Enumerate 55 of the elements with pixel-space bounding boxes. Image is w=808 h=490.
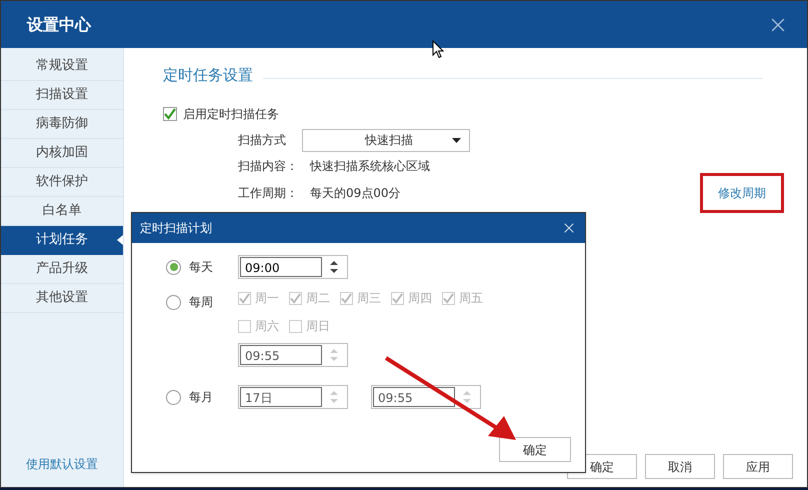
radio-button[interactable] [166, 260, 181, 274]
sidebar-item[interactable]: 产品升级 [1, 255, 123, 284]
checkbox[interactable] [289, 320, 302, 332]
field-label: 扫描方式 [238, 132, 287, 149]
default-settings-link[interactable]: 使用默认设置 [1, 455, 123, 473]
radio-label: 每周 [189, 294, 213, 311]
radio-button[interactable] [166, 390, 181, 404]
time-spinner[interactable]: 09:55 [238, 343, 348, 367]
sidebar-item[interactable]: 计划任务 [1, 226, 123, 255]
sidebar-item[interactable]: 常规设置 [1, 52, 123, 81]
time-spinner[interactable]: 17日 [238, 385, 348, 409]
footer-button[interactable]: 取消 [645, 454, 715, 479]
checkbox-label: 启用定时扫描任务 [183, 106, 279, 122]
checkbox-label: 周日 [306, 318, 330, 335]
field-value: 快速扫描系统核心区域 [310, 158, 430, 174]
checkbox-label: 周五 [459, 290, 483, 307]
dropdown-caret-icon [452, 138, 461, 142]
checkbox-label: 周六 [255, 318, 279, 335]
checkbox-label: 周一 [255, 290, 279, 307]
scan-mode-dropdown[interactable]: 快速扫描 [302, 128, 470, 152]
field-label: 工作周期： [238, 184, 299, 202]
section-title: 定时任务设置 [163, 65, 253, 86]
radio-button[interactable] [166, 294, 181, 310]
time-spinner[interactable]: 09:00 [238, 255, 348, 279]
spinner-value: 09:00 [240, 257, 322, 277]
sidebar-item[interactable]: 扫描设置 [1, 81, 123, 110]
sidebar-item[interactable]: 内核加固 [1, 139, 123, 168]
field-label: 扫描内容： [238, 158, 299, 174]
spinner-value: 09:55 [240, 345, 322, 365]
checkbox-label: 周四 [408, 290, 432, 307]
confirm-button[interactable]: 确定 [499, 437, 571, 462]
radio-label: 每天 [189, 259, 213, 276]
sidebar-item[interactable]: 病毒防御 [1, 110, 123, 139]
footer-button[interactable]: 应用 [723, 454, 793, 479]
pointer-icon [117, 235, 123, 245]
radio-label: 每月 [189, 389, 213, 406]
window-title: 设置中心 [27, 14, 91, 36]
time-spinner[interactable]: 09:55 [371, 385, 481, 409]
checkbox[interactable] [391, 292, 404, 304]
checkbox[interactable] [163, 106, 177, 120]
checkbox[interactable] [238, 320, 251, 332]
dialog-title: 定时扫描计划 [140, 220, 212, 237]
checkbox[interactable] [340, 292, 353, 304]
field-value: 每天的09点00分 [310, 184, 401, 202]
mouse-cursor-icon [432, 40, 444, 59]
checkbox-label: 周三 [357, 290, 381, 307]
spinner-value: 17日 [240, 387, 322, 407]
sidebar-item[interactable]: 软件保护 [1, 168, 123, 197]
checkbox-label: 周二 [306, 290, 330, 307]
spinner-value: 09:55 [373, 387, 455, 407]
checkbox[interactable] [442, 292, 455, 304]
checkbox[interactable] [238, 292, 251, 304]
sidebar-item[interactable]: 其他设置 [1, 284, 123, 313]
change-cycle-link[interactable]: 修改周期 [700, 172, 784, 212]
checkbox[interactable] [289, 292, 302, 304]
